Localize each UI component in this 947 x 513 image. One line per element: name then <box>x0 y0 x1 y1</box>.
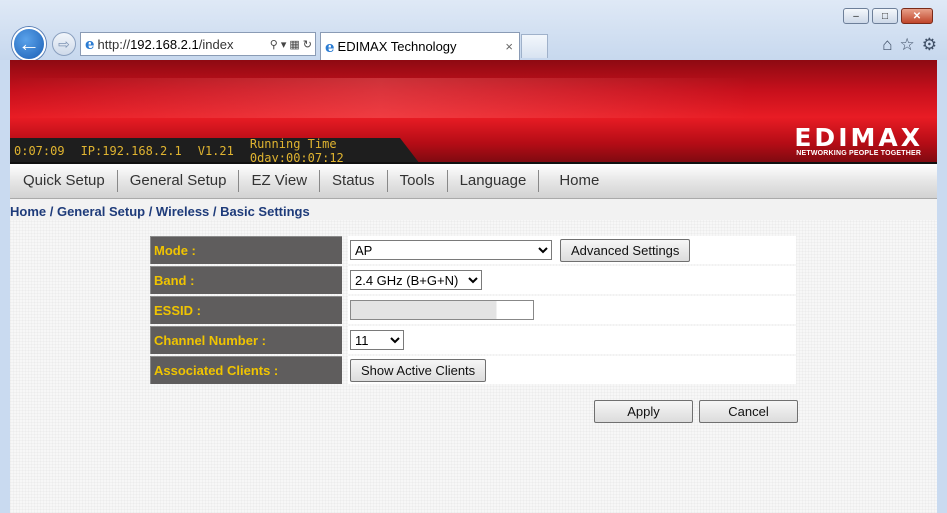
ie-page-icon: e <box>85 35 95 53</box>
dropdown-icon[interactable]: ▾ <box>281 38 287 51</box>
edimax-logo: EDIMAX NETWORKING PEOPLE TOGETHER <box>794 123 923 157</box>
settings-gear-icon[interactable]: ⚙ <box>922 35 937 55</box>
mode-select[interactable]: AP <box>350 240 552 260</box>
menu-status[interactable]: Status <box>320 170 388 192</box>
clients-row: Associated Clients : Show Active Clients <box>150 356 796 384</box>
tab-ie-icon: e <box>325 37 335 56</box>
apply-button[interactable]: Apply <box>594 400 693 423</box>
channel-select[interactable]: 11 <box>350 330 404 350</box>
menu-quick-setup[interactable]: Quick Setup <box>10 170 118 192</box>
channel-value-cell: 11 <box>348 326 796 354</box>
essid-label: ESSID : <box>150 296 342 324</box>
status-version: V1.21 <box>197 144 234 158</box>
tab-close-icon[interactable]: × <box>505 39 513 54</box>
status-time: 0:07:09 <box>14 144 65 158</box>
show-active-clients-button[interactable]: Show Active Clients <box>350 358 487 382</box>
url-host: 192.168.2.1 <box>130 36 199 52</box>
menu-tools[interactable]: Tools <box>388 170 448 192</box>
banner-sheen <box>10 78 937 118</box>
maximize-button[interactable]: □ <box>872 8 898 24</box>
channel-label: Channel Number : <box>150 326 342 354</box>
mode-label: Mode : <box>150 236 342 264</box>
clients-label: Associated Clients : <box>150 356 342 384</box>
band-label: Band : <box>150 266 342 294</box>
banner-bottom-line <box>10 162 937 164</box>
browser-chrome: – □ ✕ ← ⇨ e http://192.168.2.1/index ⚲ ▾… <box>0 0 947 61</box>
clients-value-cell: Show Active Clients <box>348 356 796 384</box>
status-strip: 0:07:09 IP:192.168.2.1 V1.21 Running Tim… <box>10 137 420 165</box>
form-actions: Apply Cancel <box>594 400 798 423</box>
favorites-star-icon[interactable]: ☆ <box>900 35 915 55</box>
forward-arrow-icon: ⇨ <box>58 35 70 52</box>
cancel-button[interactable]: Cancel <box>699 400 798 423</box>
search-icon[interactable]: ⚲ <box>270 38 278 51</box>
content-area: Mode : AP Advanced Settings Band : 2.4 G… <box>10 220 937 513</box>
browser-toolbar-icons: ⌂ ☆ ⚙ <box>882 35 937 55</box>
band-select[interactable]: 2.4 GHz (B+G+N) <box>350 270 482 290</box>
forward-button[interactable]: ⇨ <box>52 32 76 56</box>
band-value-cell: 2.4 GHz (B+G+N) <box>348 266 796 294</box>
back-arrow-icon: ← <box>18 31 40 56</box>
status-ip: IP:192.168.2.1 <box>80 144 182 158</box>
url-scheme: http:// <box>97 36 131 52</box>
browser-tab[interactable]: e EDIMAX Technology × <box>320 32 520 60</box>
menu-language[interactable]: Language <box>448 170 540 192</box>
compat-view-icon[interactable]: ▦ <box>289 38 299 51</box>
menu-home[interactable]: Home <box>539 170 611 192</box>
essid-row: ESSID : <box>150 296 796 324</box>
address-url[interactable]: http://192.168.2.1/index <box>98 37 270 52</box>
mode-row: Mode : AP Advanced Settings <box>150 236 796 264</box>
menu-ez-view[interactable]: EZ View <box>239 170 321 192</box>
page-viewport: 0:07:09 IP:192.168.2.1 V1.21 Running Tim… <box>10 60 937 513</box>
address-bar[interactable]: e http://192.168.2.1/index ⚲ ▾ ▦ ↻ <box>80 32 316 56</box>
logo-tagline: NETWORKING PEOPLE TOGETHER <box>796 150 922 157</box>
window-controls: – □ ✕ <box>843 8 933 24</box>
tab-title: EDIMAX Technology <box>337 39 457 54</box>
address-tools: ⚲ ▾ ▦ ↻ <box>270 38 315 51</box>
new-tab-button[interactable] <box>521 34 548 58</box>
essid-input[interactable] <box>350 300 534 320</box>
close-window-button[interactable]: ✕ <box>901 8 933 24</box>
logo-wordmark: EDIMAX <box>794 123 923 152</box>
band-row: Band : 2.4 GHz (B+G+N) <box>150 266 796 294</box>
mode-value-cell: AP Advanced Settings <box>348 236 796 264</box>
advanced-settings-button[interactable]: Advanced Settings <box>560 238 691 262</box>
status-running-time: Running Time 0day:00:07:12 <box>249 137 344 165</box>
refresh-icon[interactable]: ↻ <box>303 38 312 51</box>
main-menu: Quick Setup General Setup EZ View Status… <box>10 164 937 199</box>
menu-general-setup[interactable]: General Setup <box>118 170 240 192</box>
header-banner: 0:07:09 IP:192.168.2.1 V1.21 Running Tim… <box>10 60 937 164</box>
minimize-button[interactable]: – <box>843 8 869 24</box>
url-path: /index <box>198 36 234 52</box>
home-icon[interactable]: ⌂ <box>882 35 892 55</box>
breadcrumb: Home / General Setup / Wireless / Basic … <box>10 204 310 219</box>
back-button[interactable]: ← <box>12 27 46 61</box>
channel-row: Channel Number : 11 <box>150 326 796 354</box>
essid-value-cell <box>348 296 796 324</box>
basic-settings-form: Mode : AP Advanced Settings Band : 2.4 G… <box>150 236 796 386</box>
